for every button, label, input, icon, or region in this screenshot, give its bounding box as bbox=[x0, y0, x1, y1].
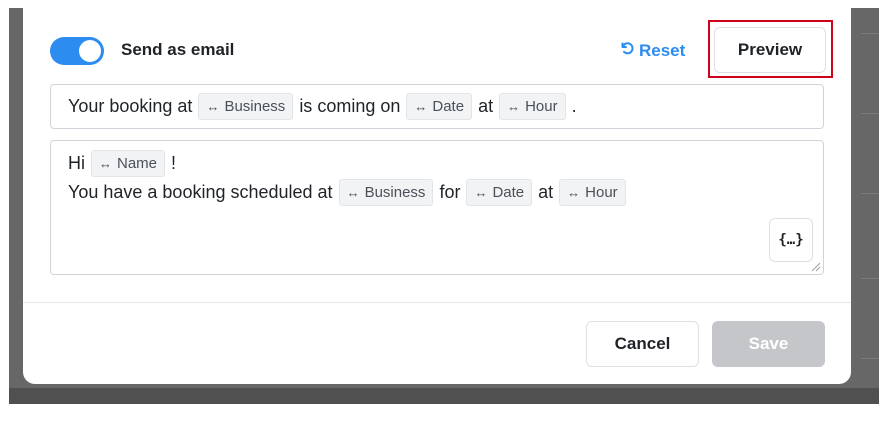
email-template-dialog: Send as email Reset Preview Your booking… bbox=[23, 0, 851, 384]
swap-arrow-icon: ↔ bbox=[414, 99, 428, 114]
chip-label: Hour bbox=[585, 184, 618, 201]
message-body-field[interactable]: Hi ↔ Name ! You have a booking scheduled… bbox=[50, 140, 824, 275]
subject-text: is coming on bbox=[299, 96, 401, 116]
backdrop-divider bbox=[861, 358, 879, 359]
chip-label: Business bbox=[364, 184, 426, 201]
subject-text: Your booking at bbox=[68, 96, 193, 116]
variable-chip-name[interactable]: ↔ Name bbox=[91, 150, 166, 177]
toggle-knob bbox=[79, 40, 101, 62]
backdrop-footer bbox=[9, 388, 879, 404]
swap-arrow-icon: ↔ bbox=[474, 185, 488, 200]
body-text: Hi bbox=[68, 153, 85, 173]
variable-chip-date[interactable]: ↔ Date bbox=[406, 93, 473, 120]
variable-chip-business[interactable]: ↔ Business bbox=[338, 179, 434, 206]
subject-field[interactable]: Your booking at ↔ Business is coming on … bbox=[50, 84, 824, 129]
backdrop-divider bbox=[861, 113, 879, 114]
swap-arrow-icon: ↔ bbox=[346, 185, 360, 200]
swap-arrow-icon: ↔ bbox=[507, 99, 521, 114]
variable-chip-date[interactable]: ↔ Date bbox=[466, 179, 533, 206]
backdrop-divider bbox=[861, 278, 879, 279]
reset-button[interactable]: Reset bbox=[619, 40, 685, 61]
cancel-button[interactable]: Cancel bbox=[586, 321, 699, 367]
subject-text: at bbox=[478, 96, 494, 116]
swap-arrow-icon: ↔ bbox=[206, 99, 220, 114]
variable-chip-business[interactable]: ↔ Business bbox=[198, 93, 294, 120]
swap-arrow-icon: ↔ bbox=[99, 156, 112, 171]
body-text: for bbox=[439, 182, 461, 202]
body-text: at bbox=[538, 182, 554, 202]
variable-chip-hour[interactable]: ↔ Hour bbox=[559, 179, 626, 206]
reset-icon bbox=[619, 40, 635, 61]
chip-label: Name bbox=[117, 155, 158, 172]
reset-label: Reset bbox=[639, 40, 686, 60]
backdrop-divider bbox=[861, 33, 879, 34]
subject-text: . bbox=[571, 96, 577, 116]
chip-label: Business bbox=[224, 98, 286, 115]
resize-handle-icon[interactable] bbox=[811, 262, 821, 272]
send-as-email-toggle[interactable] bbox=[50, 37, 104, 65]
variable-chip-hour[interactable]: ↔ Hour bbox=[499, 93, 566, 120]
send-as-email-label: Send as email bbox=[121, 40, 235, 59]
chip-label: Date bbox=[432, 98, 465, 115]
footer-divider bbox=[23, 302, 851, 303]
chip-label: Date bbox=[492, 184, 525, 201]
insert-variable-button[interactable]: {…} bbox=[769, 218, 813, 262]
preview-button[interactable]: Preview bbox=[714, 27, 826, 73]
chip-label: Hour bbox=[525, 98, 558, 115]
backdrop-divider bbox=[861, 193, 879, 194]
body-text: You have a booking scheduled at bbox=[68, 182, 333, 202]
swap-arrow-icon: ↔ bbox=[567, 185, 581, 200]
save-button[interactable]: Save bbox=[712, 321, 825, 367]
body-text: ! bbox=[171, 153, 177, 173]
